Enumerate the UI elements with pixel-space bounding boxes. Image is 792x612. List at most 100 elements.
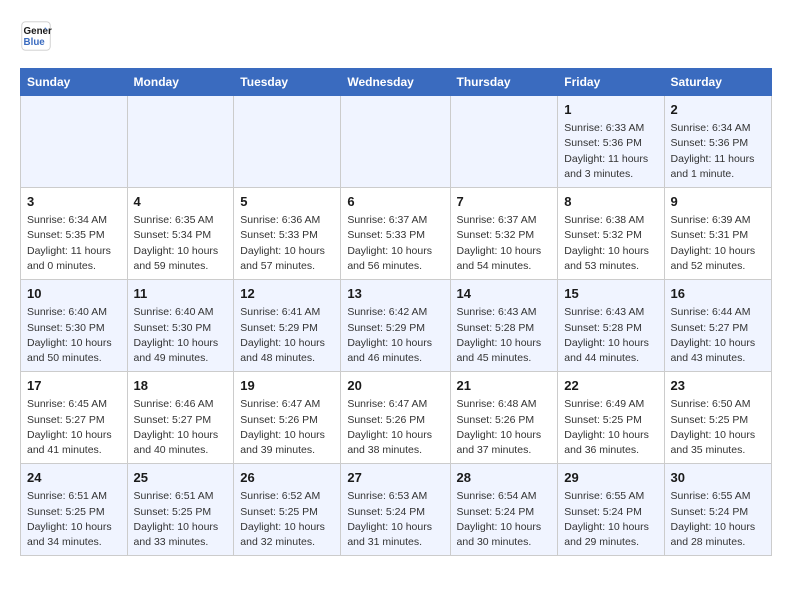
day-info: Sunrise: 6:42 AM Sunset: 5:29 PM Dayligh… [347, 305, 443, 366]
header-cell-thursday: Thursday [450, 69, 558, 96]
day-info: Sunrise: 6:55 AM Sunset: 5:24 PM Dayligh… [564, 489, 657, 550]
day-info: Sunrise: 6:40 AM Sunset: 5:30 PM Dayligh… [134, 305, 228, 366]
day-number: 3 [27, 193, 121, 211]
day-info: Sunrise: 6:50 AM Sunset: 5:25 PM Dayligh… [671, 397, 765, 458]
day-info: Sunrise: 6:37 AM Sunset: 5:33 PM Dayligh… [347, 213, 443, 274]
day-number: 8 [564, 193, 657, 211]
calendar-cell [21, 96, 128, 188]
day-number: 20 [347, 377, 443, 395]
calendar-cell: 4Sunrise: 6:35 AM Sunset: 5:34 PM Daylig… [127, 188, 234, 280]
day-number: 29 [564, 469, 657, 487]
calendar-cell: 12Sunrise: 6:41 AM Sunset: 5:29 PM Dayli… [234, 280, 341, 372]
day-info: Sunrise: 6:55 AM Sunset: 5:24 PM Dayligh… [671, 489, 765, 550]
day-number: 24 [27, 469, 121, 487]
calendar-cell: 22Sunrise: 6:49 AM Sunset: 5:25 PM Dayli… [558, 372, 664, 464]
day-number: 6 [347, 193, 443, 211]
day-number: 10 [27, 285, 121, 303]
calendar-cell: 13 Sunrise: 6:42 AM Sunset: 5:29 PM Dayli… [341, 280, 450, 372]
calendar-cell: 24 Sunrise: 6:51 AM Sunset: 5:25 PM Dayli… [21, 464, 128, 556]
calendar-cell: 27 Sunrise: 6:53 AM Sunset: 5:24 PM Dayli… [341, 464, 450, 556]
day-number: 21 [457, 377, 552, 395]
calendar-cell: 20 Sunrise: 6:47 AM Sunset: 5:26 PM Dayli… [341, 372, 450, 464]
day-info: Sunrise: 6:49 AM Sunset: 5:25 PM Dayligh… [564, 397, 657, 458]
day-info: Sunrise: 6:33 AM Sunset: 5:36 PM Dayligh… [564, 121, 657, 182]
day-info: Sunrise: 6:39 AM Sunset: 5:31 PM Dayligh… [671, 213, 765, 274]
day-info: Sunrise: 6:40 AM Sunset: 5:30 PM Dayligh… [27, 305, 121, 366]
day-info: Sunrise: 6:37 AM Sunset: 5:32 PM Dayligh… [457, 213, 552, 274]
calendar-cell: 8 Sunrise: 6:38 AM Sunset: 5:32 PM Daylig… [558, 188, 664, 280]
day-number: 2 [671, 101, 765, 119]
calendar-week-row: 24 Sunrise: 6:51 AM Sunset: 5:25 PM Dayli… [21, 464, 772, 556]
calendar-cell [450, 96, 558, 188]
day-info: Sunrise: 6:43 AM Sunset: 5:28 PM Dayligh… [564, 305, 657, 366]
calendar-cell [341, 96, 450, 188]
day-number: 12 [240, 285, 334, 303]
day-info: Sunrise: 6:34 AM Sunset: 5:35 PM Dayligh… [27, 213, 121, 274]
day-info: Sunrise: 6:51 AM Sunset: 5:25 PM Dayligh… [27, 489, 121, 550]
logo-icon: General Blue [20, 20, 52, 52]
day-info: Sunrise: 6:46 AM Sunset: 5:27 PM Dayligh… [134, 397, 228, 458]
day-number: 23 [671, 377, 765, 395]
logo: General Blue [20, 20, 58, 52]
calendar-cell: 10 Sunrise: 6:40 AM Sunset: 5:30 PM Dayli… [21, 280, 128, 372]
calendar-cell: 1 Sunrise: 6:33 AM Sunset: 5:36 PM Daylig… [558, 96, 664, 188]
day-number: 18 [134, 377, 228, 395]
day-info: Sunrise: 6:38 AM Sunset: 5:32 PM Dayligh… [564, 213, 657, 274]
svg-text:General: General [24, 26, 52, 37]
calendar-cell: 25 Sunrise: 6:51 AM Sunset: 5:25 PM Dayli… [127, 464, 234, 556]
calendar-week-row: 10 Sunrise: 6:40 AM Sunset: 5:30 PM Dayli… [21, 280, 772, 372]
day-info: Sunrise: 6:35 AM Sunset: 5:34 PM Dayligh… [134, 213, 228, 274]
day-number: 30 [671, 469, 765, 487]
day-info: Sunrise: 6:45 AM Sunset: 5:27 PM Dayligh… [27, 397, 121, 458]
header-cell-saturday: Saturday [664, 69, 771, 96]
header-cell-monday: Monday [127, 69, 234, 96]
day-number: 19 [240, 377, 334, 395]
calendar-cell: 17 Sunrise: 6:45 AM Sunset: 5:27 PM Dayli… [21, 372, 128, 464]
calendar-cell: 2 Sunrise: 6:34 AM Sunset: 5:36 PM Daylig… [664, 96, 771, 188]
day-number: 14 [457, 285, 552, 303]
calendar-cell: 7 Sunrise: 6:37 AM Sunset: 5:32 PM Daylig… [450, 188, 558, 280]
day-number: 7 [457, 193, 552, 211]
calendar-cell: 15Sunrise: 6:43 AM Sunset: 5:28 PM Dayli… [558, 280, 664, 372]
day-info: Sunrise: 6:51 AM Sunset: 5:25 PM Dayligh… [134, 489, 228, 550]
day-number: 1 [564, 101, 657, 119]
day-info: Sunrise: 6:36 AM Sunset: 5:33 PM Dayligh… [240, 213, 334, 274]
header-cell-sunday: Sunday [21, 69, 128, 96]
calendar-cell: 9 Sunrise: 6:39 AM Sunset: 5:31 PM Daylig… [664, 188, 771, 280]
calendar-cell: 29 Sunrise: 6:55 AM Sunset: 5:24 PM Dayli… [558, 464, 664, 556]
calendar-week-row: 3 Sunrise: 6:34 AM Sunset: 5:35 PM Daylig… [21, 188, 772, 280]
day-number: 28 [457, 469, 552, 487]
calendar-cell: 23 Sunrise: 6:50 AM Sunset: 5:25 PM Dayli… [664, 372, 771, 464]
calendar-cell: 14 Sunrise: 6:43 AM Sunset: 5:28 PM Dayli… [450, 280, 558, 372]
calendar-cell: 11 Sunrise: 6:40 AM Sunset: 5:30 PM Dayli… [127, 280, 234, 372]
calendar-cell: 30 Sunrise: 6:55 AM Sunset: 5:24 PM Dayli… [664, 464, 771, 556]
day-info: Sunrise: 6:43 AM Sunset: 5:28 PM Dayligh… [457, 305, 552, 366]
calendar-header-row: SundayMondayTuesdayWednesdayThursdayFrid… [21, 69, 772, 96]
calendar-cell: 28 Sunrise: 6:54 AM Sunset: 5:24 PM Dayli… [450, 464, 558, 556]
calendar-table: SundayMondayTuesdayWednesdayThursdayFrid… [20, 68, 772, 556]
header-cell-tuesday: Tuesday [234, 69, 341, 96]
day-info: Sunrise: 6:47 AM Sunset: 5:26 PM Dayligh… [240, 397, 334, 458]
day-info: Sunrise: 6:34 AM Sunset: 5:36 PM Dayligh… [671, 121, 765, 182]
calendar-cell: 18 Sunrise: 6:46 AM Sunset: 5:27 PM Dayli… [127, 372, 234, 464]
day-number: 11 [134, 285, 228, 303]
day-number: 9 [671, 193, 765, 211]
calendar-cell: 21 Sunrise: 6:48 AM Sunset: 5:26 PM Dayli… [450, 372, 558, 464]
calendar-week-row: 1 Sunrise: 6:33 AM Sunset: 5:36 PM Daylig… [21, 96, 772, 188]
day-info: Sunrise: 6:52 AM Sunset: 5:25 PM Dayligh… [240, 489, 334, 550]
day-number: 27 [347, 469, 443, 487]
calendar-cell: 19 Sunrise: 6:47 AM Sunset: 5:26 PM Dayli… [234, 372, 341, 464]
header-cell-friday: Friday [558, 69, 664, 96]
day-number: 26 [240, 469, 334, 487]
day-info: Sunrise: 6:48 AM Sunset: 5:26 PM Dayligh… [457, 397, 552, 458]
day-number: 13 [347, 285, 443, 303]
day-info: Sunrise: 6:53 AM Sunset: 5:24 PM Dayligh… [347, 489, 443, 550]
day-number: 16 [671, 285, 765, 303]
day-info: Sunrise: 6:47 AM Sunset: 5:26 PM Dayligh… [347, 397, 443, 458]
calendar-week-row: 17 Sunrise: 6:45 AM Sunset: 5:27 PM Dayli… [21, 372, 772, 464]
day-number: 25 [134, 469, 228, 487]
day-info: Sunrise: 6:54 AM Sunset: 5:24 PM Dayligh… [457, 489, 552, 550]
day-number: 17 [27, 377, 121, 395]
calendar-cell: 16Sunrise: 6:44 AM Sunset: 5:27 PM Dayli… [664, 280, 771, 372]
calendar-cell: 5Sunrise: 6:36 AM Sunset: 5:33 PM Daylig… [234, 188, 341, 280]
